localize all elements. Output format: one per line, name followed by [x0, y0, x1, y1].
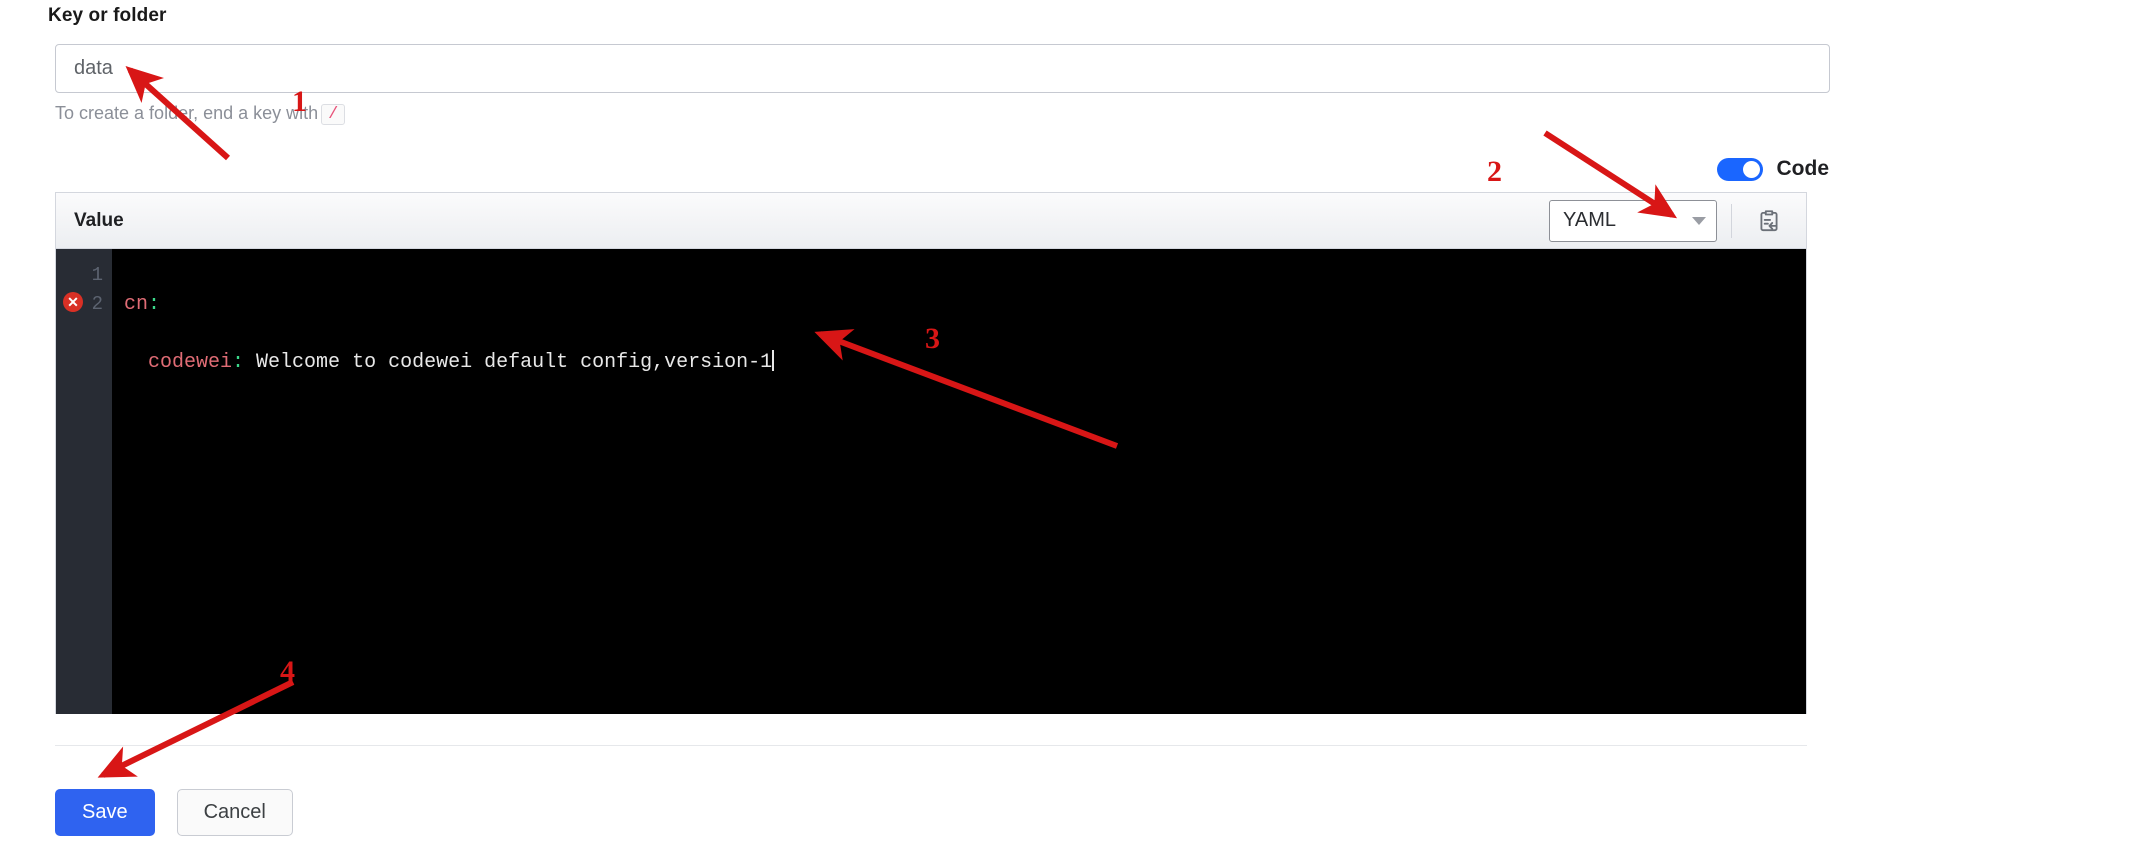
editor-header: Value YAML — [56, 193, 1806, 249]
slash-code-chip: / — [321, 104, 346, 125]
code-line: cn: — [124, 290, 1806, 319]
chevron-down-icon — [1692, 216, 1706, 225]
annotation-number-2: 2 — [1487, 155, 1502, 188]
key-or-folder-label: Key or folder — [48, 5, 167, 26]
key-or-folder-input[interactable] — [55, 44, 1830, 93]
save-button[interactable]: Save — [55, 789, 155, 836]
language-select-value: YAML — [1563, 209, 1616, 231]
error-circle-icon[interactable]: ✕ — [63, 292, 83, 312]
key-value-editor-page: Key or folder To create a folder, end a … — [0, 0, 2154, 858]
yaml-colon: : — [232, 351, 245, 374]
header-divider — [1731, 203, 1732, 238]
toggle-knob — [1742, 160, 1760, 178]
yaml-colon: : — [148, 293, 161, 316]
code-editor-area[interactable]: 1 2 ✕ cn: codewei: Welcome to codewei de… — [56, 249, 1806, 714]
footer-button-row: Save Cancel — [55, 789, 293, 836]
language-select[interactable]: YAML — [1549, 199, 1717, 242]
yaml-indent — [124, 351, 148, 374]
code-toggle-switch[interactable] — [1716, 157, 1763, 181]
key-helper-prefix: To create a folder, end a key with — [55, 103, 319, 123]
code-toggle-label: Code — [1776, 157, 1830, 180]
line-number: 1 — [91, 264, 103, 286]
editor-header-controls: YAML — [1549, 193, 1806, 248]
annotation-number-3: 3 — [925, 322, 940, 355]
code-toggle-row: Code — [1716, 157, 2154, 181]
clipboard-paste-button[interactable] — [1746, 200, 1792, 242]
text-cursor — [772, 350, 775, 371]
line-number-gutter: 1 2 ✕ — [56, 249, 112, 714]
clipboard-paste-icon — [1760, 209, 1778, 231]
editor-header-title: Value — [74, 209, 124, 231]
code-line: codewei: Welcome to codewei default conf… — [124, 348, 1806, 377]
annotation-number-4: 4 — [280, 655, 295, 688]
annotation-number-1: 1 — [292, 85, 307, 118]
yaml-key: cn — [124, 293, 149, 316]
yaml-key: codewei — [148, 351, 233, 374]
code-content[interactable]: cn: codewei: Welcome to codewei default … — [112, 249, 1806, 714]
value-editor-panel: Value YAML 1 2 ✕ cn: codewei: Welcome to… — [55, 192, 1807, 714]
yaml-value: Welcome to codewei default config,versio… — [244, 351, 773, 374]
footer-divider — [55, 745, 1807, 746]
cancel-button[interactable]: Cancel — [176, 789, 293, 836]
